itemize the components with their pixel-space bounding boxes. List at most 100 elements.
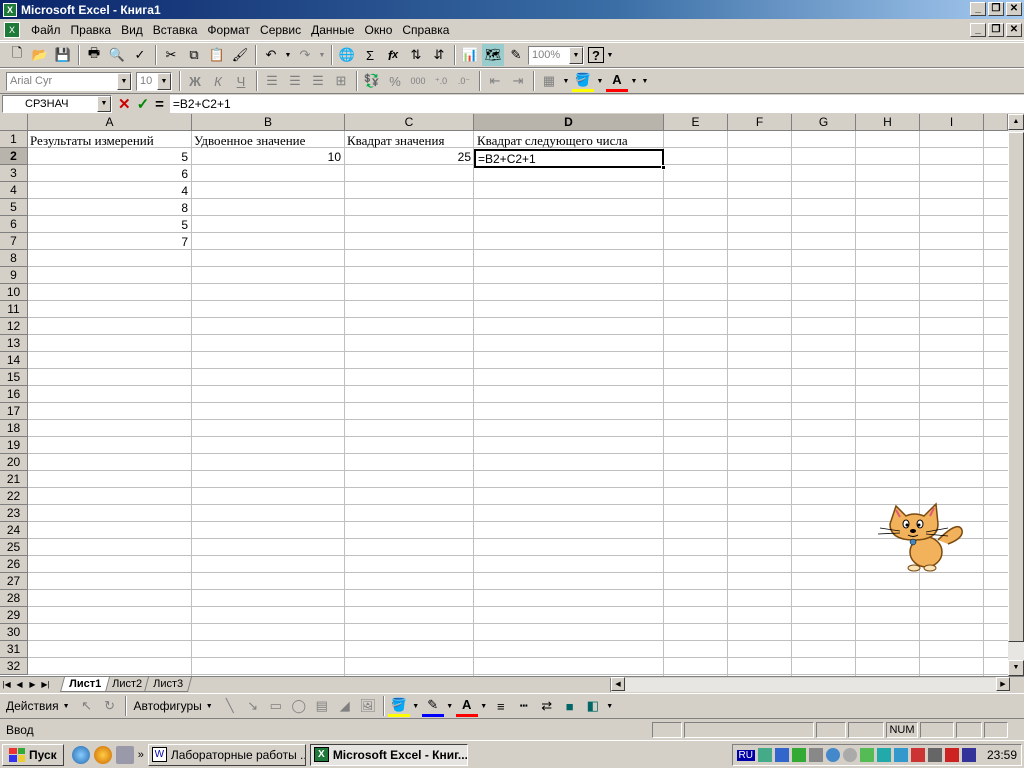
tray-app-icon[interactable] (961, 748, 976, 762)
textbox-icon[interactable]: ▤ (311, 695, 333, 717)
start-button[interactable]: Пуск (2, 743, 64, 766)
select-all-button[interactable] (0, 114, 28, 131)
excel-icon[interactable]: X (3, 2, 17, 17)
cell-A2[interactable]: 5 (28, 149, 191, 166)
media-player-icon[interactable] (93, 745, 112, 764)
cell-B2[interactable]: 10 (192, 149, 344, 166)
tray-app-icon[interactable] (893, 748, 908, 762)
align-left-icon[interactable]: ☰ (261, 70, 283, 92)
internet-explorer-icon[interactable] (71, 745, 90, 764)
scroll-thumb[interactable] (1008, 132, 1024, 642)
increase-decimal-icon[interactable]: ⁺.0 (430, 70, 452, 92)
first-sheet-icon[interactable]: |◀ (0, 678, 13, 692)
drawing-icon[interactable]: ✎ (505, 44, 527, 66)
row-header-13[interactable]: 13 (0, 335, 28, 352)
merge-center-icon[interactable]: ⊞ (330, 70, 352, 92)
last-sheet-icon[interactable]: ▶| (39, 678, 52, 692)
column-header-F[interactable]: F (728, 114, 792, 131)
increase-indent-icon[interactable]: ⇥ (507, 70, 529, 92)
borders-icon[interactable]: ▦ (538, 70, 560, 92)
free-rotate-icon[interactable]: ↻ (99, 695, 121, 717)
next-sheet-icon[interactable]: ▶ (26, 678, 39, 692)
horizontal-scrollbar[interactable]: ◀ ▶ (610, 677, 1010, 692)
currency-icon[interactable]: 💱 (361, 70, 383, 92)
scroll-up-icon[interactable]: ▲ (1008, 114, 1024, 130)
actions-menu[interactable]: Действия (6, 699, 59, 713)
task-excel[interactable]: X Microsoft Excel - Книг... (309, 743, 468, 766)
tray-app-icon[interactable] (774, 748, 789, 762)
menu-edit[interactable]: Правка (66, 23, 117, 37)
tray-app-icon[interactable] (791, 748, 806, 762)
more-buttons-icon[interactable]: ▼ (605, 695, 615, 717)
row-header-23[interactable]: 23 (0, 505, 28, 522)
3d-icon[interactable]: ◧ (582, 695, 604, 717)
zoom-combo[interactable]: 100% ▼ (528, 45, 584, 65)
copy-icon[interactable]: ⧉ (183, 44, 205, 66)
column-header-E[interactable]: E (664, 114, 728, 131)
chevron-down-icon[interactable]: ▼ (206, 703, 213, 710)
column-header-B[interactable]: B (192, 114, 345, 131)
row-header-32[interactable]: 32 (0, 658, 28, 675)
active-cell-D2[interactable]: =B2+C2+1 (474, 149, 666, 170)
row-header-7[interactable]: 7 (0, 233, 28, 250)
decrease-indent-icon[interactable]: ⇤ (484, 70, 506, 92)
cell-A5[interactable]: 8 (28, 200, 191, 217)
line-dropdown-icon[interactable]: ▼ (445, 695, 455, 717)
cancel-icon[interactable]: ✕ (118, 95, 131, 113)
chevron-down-icon[interactable]: ▼ (117, 72, 131, 90)
row-header-28[interactable]: 28 (0, 590, 28, 607)
chevron-down-icon[interactable]: ▼ (157, 72, 171, 90)
row-header-29[interactable]: 29 (0, 607, 28, 624)
formula-input[interactable]: =B2+C2+1 (169, 95, 1024, 113)
menu-file[interactable]: Файл (26, 23, 66, 37)
row-header-25[interactable]: 25 (0, 539, 28, 556)
hyperlink-icon[interactable]: 🌐 (336, 44, 358, 66)
line-color-icon[interactable]: ✎ (421, 695, 444, 717)
function-icon[interactable]: fx (382, 44, 404, 66)
map-icon[interactable]: 🗺 (482, 44, 504, 66)
paste-icon[interactable]: 📋 (206, 44, 228, 66)
doc-minimize-button[interactable]: _ (970, 23, 986, 37)
print-preview-icon[interactable]: 🔍 (106, 44, 128, 66)
undo-icon[interactable]: ↶ (260, 44, 282, 66)
column-header-G[interactable]: G (792, 114, 856, 131)
decrease-decimal-icon[interactable]: .0⁻ (453, 70, 475, 92)
cut-icon[interactable]: ✂ (160, 44, 182, 66)
underline-icon[interactable]: Ч (230, 70, 252, 92)
fill-dropdown-icon[interactable]: ▼ (411, 695, 421, 717)
row-header-20[interactable]: 20 (0, 454, 28, 471)
cell-C1[interactable]: Квадрат значения (347, 132, 444, 149)
tray-app-icon[interactable] (859, 748, 874, 762)
enter-icon[interactable]: ✓ (137, 95, 150, 113)
tray-app-icon[interactable] (944, 748, 959, 762)
cell-A1[interactable]: Результаты измерений (30, 132, 154, 149)
fill-color-icon[interactable]: 🪣 (387, 695, 410, 717)
percent-icon[interactable]: % (384, 70, 406, 92)
chevron-right-icon[interactable]: » (138, 749, 144, 761)
edit-formula-icon[interactable]: = (155, 96, 164, 113)
scroll-right-icon[interactable]: ▶ (996, 677, 1010, 691)
row-header-3[interactable]: 3 (0, 165, 28, 182)
shadow-icon[interactable]: ■ (559, 695, 581, 717)
arrow-icon[interactable]: ↘ (242, 695, 264, 717)
network-icon[interactable] (808, 748, 823, 762)
volume-icon[interactable] (842, 748, 857, 762)
cell-A7[interactable]: 7 (28, 234, 191, 251)
worksheet-grid[interactable]: ABCDEFGHI 1 2 3 4 5 6 7 8 9 10 11 12 13 14 15 16 17 18 19 2… (0, 114, 1008, 676)
dash-style-icon[interactable]: ┅ (513, 695, 535, 717)
tray-app-icon[interactable] (927, 748, 942, 762)
more-buttons-icon[interactable]: ▼ (605, 44, 615, 66)
chart-wizard-icon[interactable]: 📊 (459, 44, 481, 66)
bluetooth-icon[interactable] (825, 748, 840, 762)
rectangle-icon[interactable]: ▭ (265, 695, 287, 717)
row-header-6[interactable]: 6 (0, 216, 28, 233)
workbook-icon[interactable]: X (4, 22, 20, 38)
new-icon[interactable]: 🗋 (6, 44, 28, 66)
row-header-17[interactable]: 17 (0, 403, 28, 420)
row-header-9[interactable]: 9 (0, 267, 28, 284)
bold-icon[interactable]: Ж (184, 70, 206, 92)
font-color-icon[interactable]: A (606, 70, 628, 92)
spelling-icon[interactable]: ✓ (129, 44, 151, 66)
cell-A3[interactable]: 6 (28, 166, 191, 183)
autosum-icon[interactable]: Σ (359, 44, 381, 66)
